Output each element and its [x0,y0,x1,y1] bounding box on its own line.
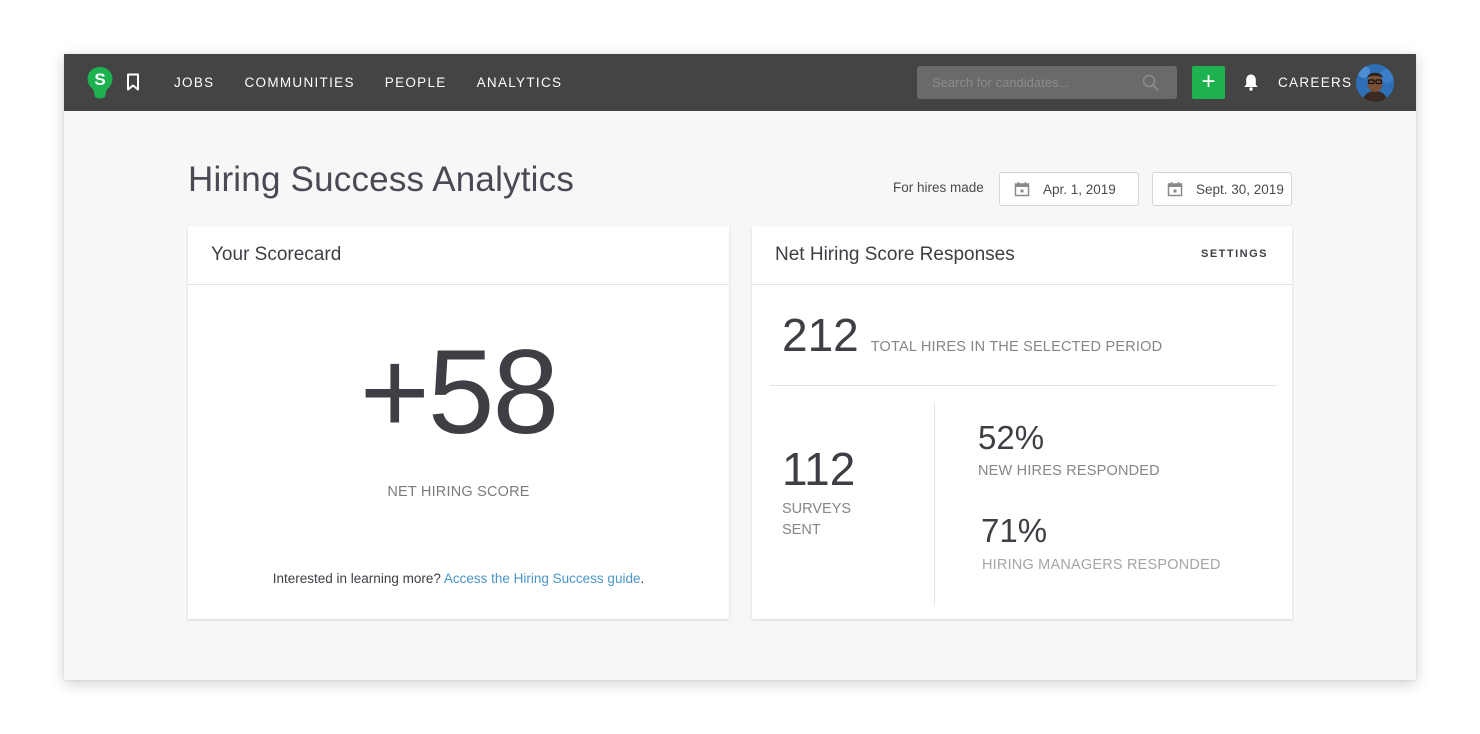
end-date-picker[interactable]: Sept. 30, 2019 [1152,172,1292,206]
user-avatar[interactable] [1356,64,1394,102]
nav-link-communities[interactable]: COMMUNITIES [244,75,354,90]
net-hiring-score-label: NET HIRING SCORE [387,484,530,500]
total-hires-label: TOTAL HIRES IN THE SELECTED PERIOD [870,339,1163,355]
date-range-label: For hires made [893,180,984,195]
total-hires-row: 212 TOTAL HIRES IN THE SELECTED PERIOD [782,312,1162,358]
hiring-success-guide-link[interactable]: Access the Hiring Success guide [444,571,641,586]
learn-more-text: Interested in learning more? Access the … [188,571,729,586]
top-nav-bar: S JOBS COMMUNITIES PEOPLE ANALYTICS + CA… [64,54,1416,111]
nav-links: JOBS COMMUNITIES PEOPLE ANALYTICS [174,54,592,111]
careers-link[interactable]: CAREERS [1278,54,1352,111]
learn-more-suffix: . [640,571,645,586]
settings-link[interactable]: SETTINGS [1201,248,1268,260]
bookmark-icon[interactable] [126,73,140,91]
search-input[interactable] [917,66,1127,99]
nav-link-jobs[interactable]: JOBS [174,75,214,90]
start-date-value: Apr. 1, 2019 [1043,181,1116,197]
divider [934,403,935,605]
page-title: Hiring Success Analytics [188,160,575,199]
managers-responded-value: 71% [981,512,1048,549]
responses-card: Net Hiring Score Responses SETTINGS 212 … [752,226,1292,619]
learn-more-prompt: Interested in learning more? [272,571,441,586]
card-header: Your Scorecard [188,226,729,285]
nav-link-analytics[interactable]: ANALYTICS [477,75,563,90]
total-hires-value: 212 [782,309,859,361]
end-date-value: Sept. 30, 2019 [1196,181,1284,197]
start-date-picker[interactable]: Apr. 1, 2019 [999,172,1139,206]
calendar-icon [1167,181,1183,197]
surveys-sent-label: SURVEYS SENT [782,501,852,538]
add-button[interactable]: + [1192,66,1225,99]
app-window: S JOBS COMMUNITIES PEOPLE ANALYTICS + CA… [64,54,1416,680]
managers-responded-label: HIRING MANAGERS RESPONDED [982,557,1221,573]
card-title: Your Scorecard [211,244,342,265]
calendar-icon [1014,181,1030,197]
net-hiring-score-value: +58 [359,325,560,459]
svg-text:S: S [94,70,105,89]
card-title: Net Hiring Score Responses [775,244,1015,265]
new-hires-responded-value: 52% [978,419,1045,456]
s-bulb-logo-icon[interactable]: S [86,66,114,100]
search-icon[interactable] [1142,74,1159,91]
new-hires-responded-label: NEW HIRES RESPONDED [978,463,1160,479]
surveys-sent-value: 112 [782,443,856,495]
nav-link-people[interactable]: PEOPLE [385,75,447,90]
divider [770,385,1277,386]
card-header: Net Hiring Score Responses SETTINGS [752,226,1292,285]
scorecard-card: Your Scorecard +58 NET HIRING SCORE Inte… [188,226,729,619]
candidate-search [917,66,1177,99]
bell-icon[interactable] [1243,73,1259,91]
